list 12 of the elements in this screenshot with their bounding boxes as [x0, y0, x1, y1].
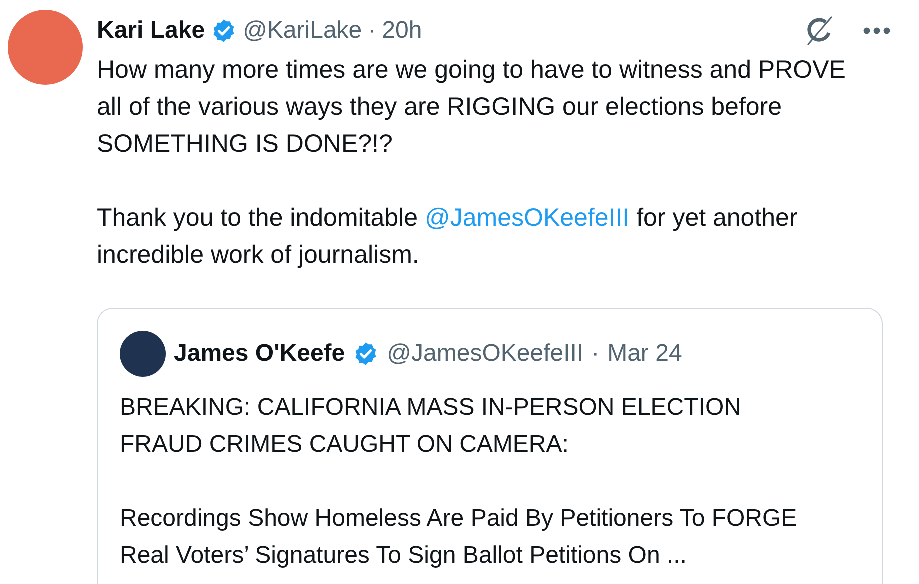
- author-name[interactable]: James O'Keefe: [174, 340, 346, 368]
- timestamp[interactable]: 20h: [382, 17, 422, 45]
- separator: ·: [368, 17, 376, 45]
- author-handle[interactable]: @JamesOKeefeIII: [387, 340, 584, 368]
- tweet-text: How many more times are we going to have to witness and PROVE all of the various ways they are RIGGING our elections before SOMETHING IS DONE?!?: [97, 55, 847, 160]
- quoted-tweet-text: BREAKING: CALIFORNIA MASS IN-PERSON ELECTION FRAUD CRIMES CAUGHT ON CAMERA:: [120, 393, 742, 460]
- timestamp[interactable]: Mar 24: [608, 340, 682, 368]
- separator: ·: [592, 340, 600, 368]
- quoted-tweet-text: Recordings Show Homeless Are Paid By Petitioners To FORGE Real Voters’ Signatures To Sign Ballot Petitions On ...: [120, 504, 798, 571]
- author-name[interactable]: Kari Lake: [97, 17, 206, 45]
- author-handle[interactable]: @KariLake: [243, 17, 362, 45]
- tweet-text: Thank you to the indomitable @JamesOKeefeIII for yet another incredible work of journalism.: [97, 203, 799, 271]
